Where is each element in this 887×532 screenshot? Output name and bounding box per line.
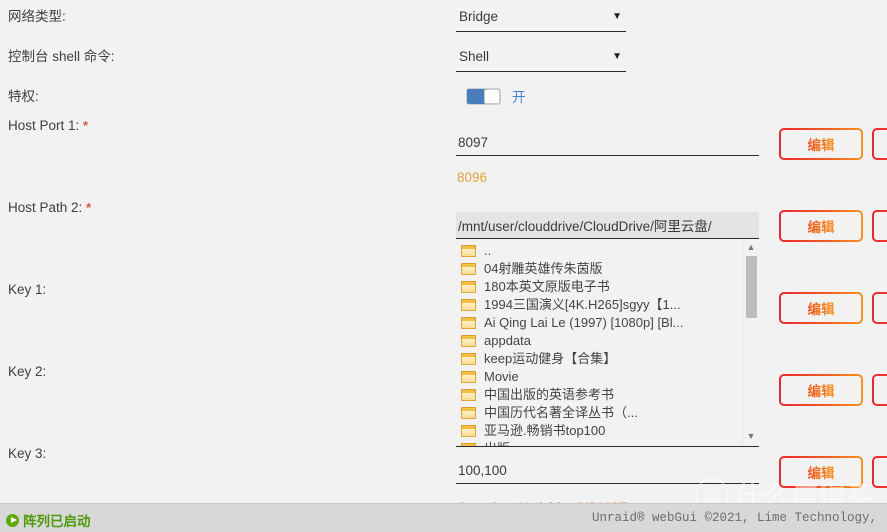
- list-item-label: 04射雕英雄传朱茵版: [484, 261, 603, 276]
- console-shell-select[interactable]: Shell ▼: [456, 47, 626, 72]
- label-host-port-1: Host Port 1: *: [8, 118, 88, 134]
- label-key-2: Key 2:: [8, 364, 46, 380]
- required-asterisk-icon: *: [86, 200, 92, 215]
- network-type-value: Bridge: [459, 9, 499, 24]
- label-key-1: Key 1:: [8, 282, 46, 298]
- edit-button-key-2[interactable]: 编辑: [779, 374, 863, 406]
- remove-button-key-3[interactable]: [872, 456, 887, 488]
- folder-icon: [461, 353, 476, 365]
- folder-icon: [461, 299, 476, 311]
- list-item[interactable]: 1994三国演义[4K.H265]sgyy【1...: [456, 296, 744, 314]
- chevron-down-icon: ▼: [612, 11, 622, 22]
- edit-button-host-port-1[interactable]: 编辑: [779, 128, 863, 160]
- list-item-label: 出版: [484, 440, 510, 446]
- remove-button-host-path-2[interactable]: [872, 210, 887, 242]
- privileged-toggle-group[interactable]: 开: [466, 86, 526, 106]
- label-key-3-text: Key 3:: [8, 446, 47, 461]
- list-item[interactable]: ..: [456, 242, 744, 260]
- console-shell-value: Shell: [459, 49, 490, 64]
- folder-icon: [461, 425, 476, 437]
- label-host-port-1-text: Host Port 1:: [8, 118, 80, 133]
- list-item[interactable]: 出版: [456, 440, 744, 446]
- privileged-toggle-label: 开: [512, 90, 526, 105]
- list-item-label: appdata: [484, 333, 531, 348]
- list-item[interactable]: 中国出版的英语参考书: [456, 386, 744, 404]
- label-console-shell-command: 控制台 shell 命令:: [8, 49, 115, 65]
- status-bar: 阵列已启动 Unraid® webGui ©2021, Lime Technol…: [0, 503, 887, 532]
- edit-button-label: 编辑: [808, 462, 835, 482]
- folder-icon: [461, 389, 476, 401]
- label-network-type-text: 网络类型:: [8, 9, 66, 24]
- edit-button-label: 编辑: [808, 216, 835, 236]
- label-key-3: Key 3:: [8, 446, 46, 462]
- scroll-up-icon[interactable]: ▲: [743, 240, 759, 254]
- scroll-down-icon[interactable]: ▼: [743, 429, 759, 443]
- folder-icon: [461, 371, 476, 383]
- edit-button-key-3[interactable]: 编辑: [779, 456, 863, 488]
- edit-button-label: 编辑: [808, 134, 835, 154]
- list-item[interactable]: 中国历代名著全译丛书（...: [456, 404, 744, 422]
- host-port-1-input[interactable]: [456, 130, 759, 156]
- label-privileged-text: 特权:: [8, 89, 39, 104]
- label-host-path-2-text: Host Path 2:: [8, 200, 83, 215]
- list-item-label: 中国历代名著全译丛书（...: [484, 405, 638, 420]
- edit-button-host-path-2[interactable]: 编辑: [779, 210, 863, 242]
- list-item-label: Ai Qing Lai Le (1997) [1080p] [Bl...: [484, 315, 684, 330]
- list-item-label: 中国出版的英语参考书: [484, 387, 615, 402]
- folder-icon: [461, 407, 476, 419]
- network-type-select[interactable]: Bridge ▼: [456, 7, 626, 32]
- edit-button-label: 编辑: [808, 298, 835, 318]
- host-path-2-input[interactable]: [456, 212, 759, 239]
- array-status-badge[interactable]: 阵列已启动: [6, 510, 91, 530]
- edit-button-label: 编辑: [808, 380, 835, 400]
- scrollbar-thumb[interactable]: [746, 256, 757, 318]
- list-item[interactable]: Ai Qing Lai Le (1997) [1080p] [Bl...: [456, 314, 744, 332]
- privileged-toggle[interactable]: [466, 87, 501, 105]
- label-host-path-2: Host Path 2: *: [8, 200, 91, 216]
- edit-button-key-1[interactable]: 编辑: [779, 292, 863, 324]
- host-port-1-hint: 8096: [457, 170, 488, 185]
- folder-icon: [461, 245, 476, 257]
- copyright-text: Unraid® webGui ©2021, Lime Technology,: [591, 511, 877, 525]
- required-asterisk-icon: *: [83, 118, 89, 133]
- list-item-label: ..: [484, 243, 492, 258]
- list-item-label: 1994三国演义[4K.H265]sgyy【1...: [484, 297, 681, 312]
- key-3-input[interactable]: [456, 458, 759, 484]
- array-status-label: 阵列已启动: [23, 514, 91, 529]
- label-key-2-text: Key 2:: [8, 364, 47, 379]
- label-privileged: 特权:: [8, 89, 39, 105]
- list-item[interactable]: 亚马逊.畅销书top100: [456, 422, 744, 440]
- dropdown-scrollbar[interactable]: ▲ ▼: [742, 239, 759, 446]
- remove-button-key-2[interactable]: [872, 374, 887, 406]
- list-item[interactable]: 180本英文原版电子书: [456, 278, 744, 296]
- chevron-down-icon: ▼: [612, 51, 622, 62]
- toggle-knob: [484, 88, 500, 104]
- file-list[interactable]: .. 04射雕英雄传朱茵版 180本英文原版电子书 1994三国演义[4K.H2…: [456, 242, 744, 446]
- folder-icon: [461, 317, 476, 329]
- path-autocomplete-dropdown[interactable]: .. 04射雕英雄传朱茵版 180本英文原版电子书 1994三国演义[4K.H2…: [456, 239, 759, 447]
- folder-icon: [461, 335, 476, 347]
- play-icon: [6, 513, 19, 527]
- list-item[interactable]: appdata: [456, 332, 744, 350]
- list-item-label: 180本英文原版电子书: [484, 279, 610, 294]
- label-network-type: 网络类型:: [8, 9, 66, 25]
- list-item[interactable]: keep运动健身【合集】: [456, 350, 744, 368]
- folder-icon: [461, 443, 476, 446]
- remove-button-host-port-1[interactable]: [872, 128, 887, 160]
- list-item-label: 亚马逊.畅销书top100: [484, 423, 606, 438]
- list-item-label: Movie: [484, 369, 519, 384]
- remove-button-key-1[interactable]: [872, 292, 887, 324]
- list-item[interactable]: 04射雕英雄传朱茵版: [456, 260, 744, 278]
- list-item-label: keep运动健身【合集】: [484, 351, 617, 366]
- folder-icon: [461, 263, 476, 275]
- label-key-1-text: Key 1:: [8, 282, 47, 297]
- label-console-shell-command-text: 控制台 shell 命令:: [8, 49, 115, 64]
- folder-icon: [461, 281, 476, 293]
- list-item[interactable]: Movie: [456, 368, 744, 386]
